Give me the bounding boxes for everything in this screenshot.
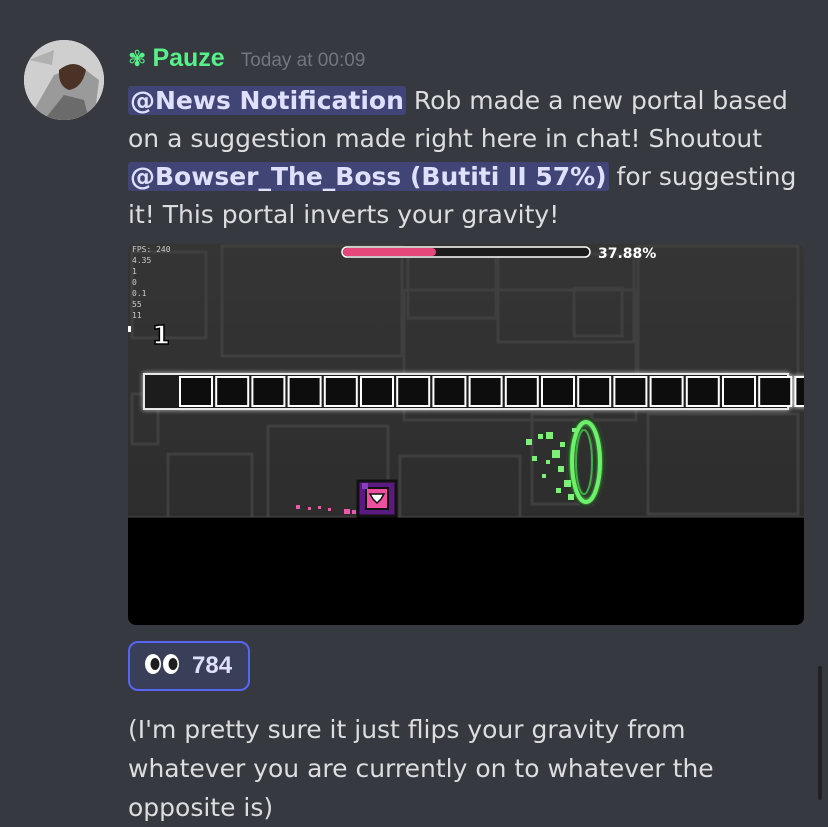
progress-bar-fill — [343, 248, 436, 256]
stats-line: FPS: 240 — [132, 245, 171, 254]
ceiling-block — [758, 376, 793, 407]
stats-line: 0 — [132, 278, 137, 287]
ceiling-block — [613, 376, 648, 407]
ceiling-block — [396, 376, 431, 407]
ceiling-block — [649, 376, 684, 407]
ceiling-block — [541, 376, 575, 407]
clover-icon: ✾ — [128, 47, 147, 72]
mention-news-notification[interactable]: @News Notification — [128, 86, 406, 115]
reaction-count: 784 — [192, 652, 233, 679]
player-cube — [356, 479, 398, 518]
ceiling-block — [179, 376, 213, 407]
ceiling-block — [504, 376, 539, 407]
avatar-image — [24, 40, 104, 120]
ceiling-block — [577, 376, 612, 407]
followup-message-text: (I'm pretty sure it just flips your grav… — [128, 715, 714, 822]
username[interactable]: Pauze — [152, 44, 224, 73]
ceiling-block — [251, 376, 286, 407]
stats-line: 4.35 — [132, 256, 151, 265]
avatar[interactable] — [24, 40, 104, 120]
reaction-eyes[interactable]: 784 — [128, 641, 251, 691]
ceiling-block — [360, 376, 394, 407]
stats-line: 1 — [132, 267, 137, 276]
scrollbar[interactable] — [818, 666, 822, 800]
mention-bowser-the-boss[interactable]: @Bowser_The_Boss (Butiti II 57%) — [128, 162, 609, 191]
ceiling-block — [323, 376, 358, 407]
stats-line: 55 — [132, 300, 142, 309]
embedded-image[interactable]: 37.88% FPS: 240 4.35 1 0 0.1 55 11 1 — [128, 244, 804, 625]
stats-line: 0.1 — [132, 289, 147, 298]
ceiling-block — [468, 376, 503, 407]
message-content: @News Notification Rob made a new portal… — [128, 82, 818, 234]
ceiling-block — [432, 376, 467, 407]
eyes-emoji-icon — [144, 653, 180, 679]
ceiling-blocks — [143, 373, 804, 410]
ceiling-block — [215, 376, 250, 407]
ceiling-block — [722, 376, 756, 407]
progress-percent: 37.88% — [598, 246, 656, 262]
ceiling-block — [287, 376, 322, 407]
game-screenshot: 37.88% FPS: 240 4.35 1 0 0.1 55 11 1 — [128, 244, 804, 625]
ground — [128, 517, 804, 625]
ceiling-block — [794, 376, 804, 407]
chat-message: ✾ Pauze Today at 00:09 @News Notificatio… — [0, 0, 828, 822]
timestamp: Today at 00:09 — [240, 50, 366, 71]
stats-line: 11 — [132, 311, 142, 320]
message-header: ✾ Pauze Today at 00:09 — [128, 44, 365, 80]
attempt-number: 1 — [152, 321, 170, 351]
ceiling-block — [685, 376, 720, 407]
